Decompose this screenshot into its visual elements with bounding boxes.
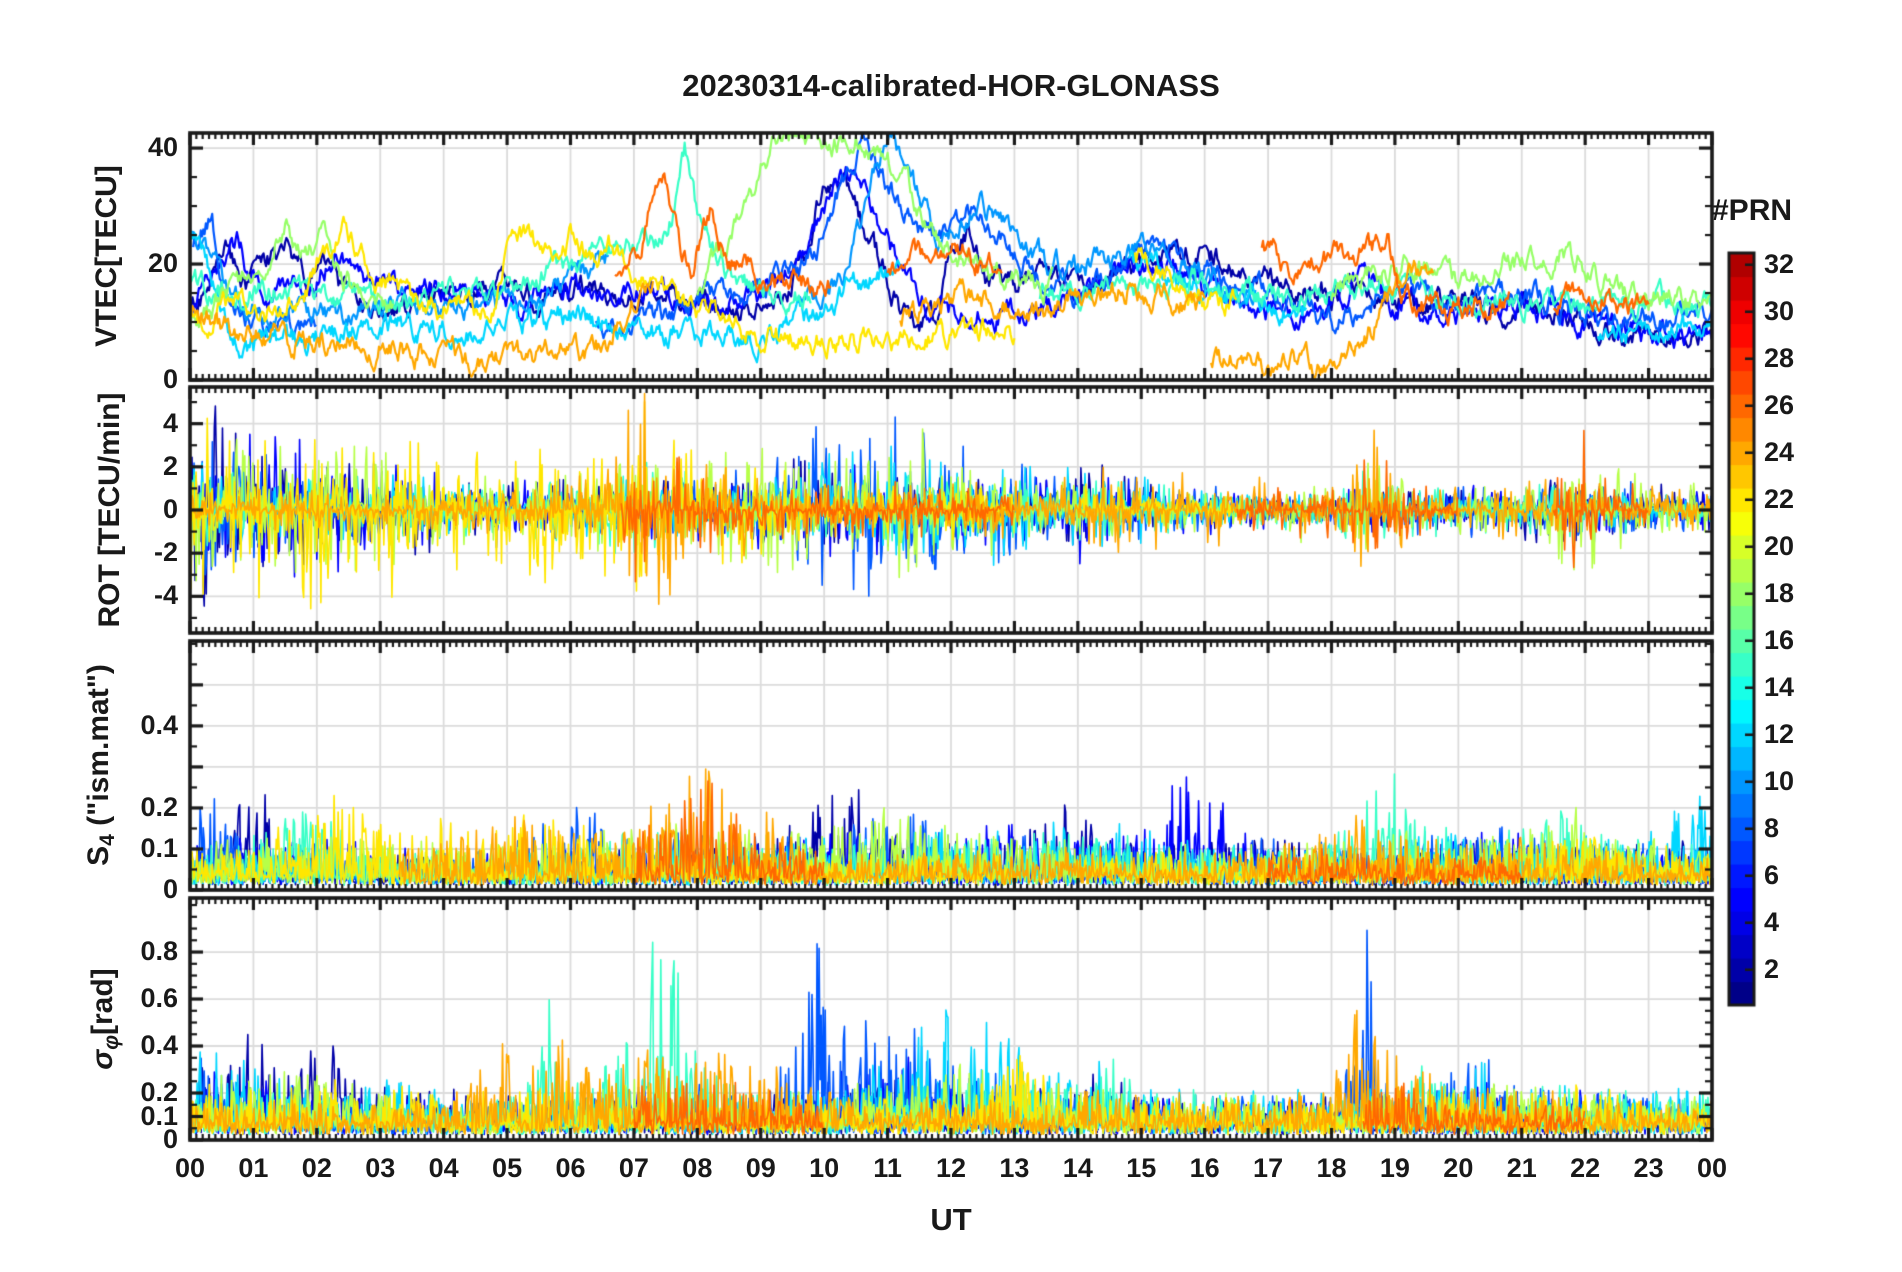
x-tick-label: 18 [1316, 1153, 1347, 1183]
x-tick-label: 20 [1443, 1153, 1474, 1183]
chart-title: 20230314-calibrated-HOR-GLONASS [682, 68, 1220, 103]
y-tick-label: -4 [153, 580, 178, 611]
x-tick-label: 06 [555, 1153, 586, 1183]
x-tick-label: 11 [873, 1153, 902, 1183]
x-tick-label: 16 [1189, 1153, 1220, 1183]
y-tick-label: 0.4 [140, 1030, 178, 1061]
x-tick-label: 08 [682, 1153, 713, 1183]
colorbar-tick-label: 18 [1764, 577, 1795, 608]
colorbar-tick-label: 4 [1764, 906, 1780, 937]
x-tick-label: 12 [935, 1153, 967, 1183]
x-tick-label: 13 [999, 1153, 1030, 1183]
y-tick-label: 0.6 [140, 983, 178, 1014]
x-tick-label: 22 [1570, 1153, 1601, 1183]
x-tick-label: 07 [618, 1153, 649, 1183]
y-tick-label: 0.4 [140, 709, 178, 740]
x-tick-label: 00 [1696, 1153, 1728, 1183]
colorbar-tick-label: 30 [1764, 295, 1795, 326]
x-tick-label: 04 [428, 1153, 459, 1183]
x-tick-label: 09 [745, 1153, 776, 1183]
y-tick-label: 40 [147, 132, 178, 163]
x-tick-label: 14 [1062, 1153, 1093, 1183]
x-tick-label: 15 [1126, 1153, 1157, 1183]
colorbar-tick-label: 20 [1764, 530, 1795, 561]
y-tick-label: 0 [162, 364, 178, 394]
colorbar-tick-label: 28 [1764, 342, 1795, 373]
x-tick-label: 03 [365, 1153, 396, 1183]
y-tick-label: 2 [162, 450, 178, 481]
colorbar-tick-label: 22 [1764, 483, 1795, 514]
colorbar-tick-label: 12 [1764, 718, 1795, 749]
colorbar-tick-label: 8 [1764, 812, 1780, 843]
y-tick-label: 0.1 [140, 832, 178, 863]
colorbar-tick-label: 16 [1764, 624, 1795, 655]
y-tick-label: 0.2 [140, 791, 178, 822]
colorbar-tick-label: 32 [1764, 248, 1795, 279]
figure: 20230314-calibrated-HOR-GLONASS VTEC[TEC… [0, 0, 1902, 1272]
colorbar-tick-label: 14 [1764, 671, 1795, 702]
y-tick-label: 4 [162, 407, 178, 438]
x-tick-label: 01 [238, 1153, 269, 1183]
x-tick-label: 23 [1633, 1153, 1664, 1183]
x-tick-label: 02 [301, 1153, 332, 1183]
y-tick-label: 0.8 [140, 936, 178, 967]
x-tick-label: 17 [1253, 1153, 1284, 1183]
y-tick-label: -2 [153, 537, 178, 568]
colorbar-tick-label: 26 [1764, 389, 1795, 420]
y-tick-label: 0.2 [140, 1077, 178, 1107]
x-tick-label: 10 [809, 1153, 840, 1183]
x-tick-label: 19 [1379, 1153, 1410, 1183]
y-tick-label: 0 [162, 494, 178, 524]
colorbar-tick-label: 10 [1764, 765, 1795, 796]
chart-canvas [0, 0, 1902, 1272]
colorbar-tick-label: 2 [1764, 953, 1780, 984]
colorbar-tick-label: 6 [1764, 859, 1780, 890]
x-axis-label: UT [930, 1202, 972, 1237]
colorbar-tick-label: 24 [1764, 436, 1795, 467]
x-tick-label: 21 [1506, 1153, 1537, 1183]
x-tick-label: 05 [492, 1153, 523, 1183]
colorbar-title: #PRN [1712, 194, 1793, 227]
x-tick-label: 00 [174, 1153, 206, 1183]
y-tick-label: 20 [147, 248, 178, 279]
y-tick-label: 0 [162, 874, 178, 904]
